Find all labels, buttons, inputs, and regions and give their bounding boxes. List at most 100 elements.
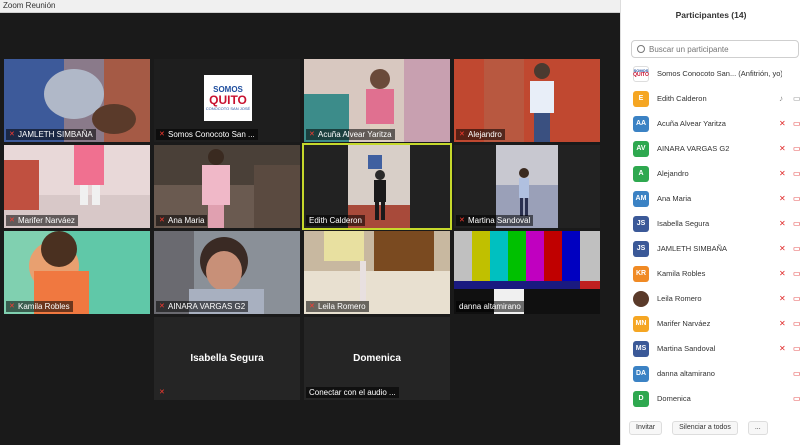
- camera-off-icon[interactable]: ▭: [793, 394, 800, 403]
- participant-name: Domenica: [657, 394, 691, 403]
- video-tile[interactable]: Domenica Conectar con el audio ...: [304, 317, 450, 400]
- tile-name: Marifer Narváez: [18, 216, 75, 225]
- tile-namebar: danna altamirano: [456, 301, 524, 312]
- video-tile[interactable]: ✕ Acuña Alvear Yaritza: [304, 59, 450, 142]
- participant-name: Marifer Narváez: [657, 319, 711, 328]
- tile-name: danna altamirano: [459, 302, 521, 311]
- video-tile[interactable]: ✕ Martina Sandoval: [454, 145, 600, 228]
- tile-name: Alejandro: [468, 130, 502, 139]
- connect-audio-status: Conectar con el audio ...: [309, 388, 396, 397]
- participant-name-display: Isabella Segura: [190, 353, 264, 364]
- video-tile[interactable]: ✕ Ana Maria: [154, 145, 300, 228]
- camera-off-icon[interactable]: ▭: [793, 119, 800, 128]
- participant-name: Edith Calderon: [657, 94, 707, 103]
- participant-row[interactable]: AV AINARA VARGAS G2 ✕ ▭: [621, 136, 800, 161]
- participant-avatar: MN: [633, 315, 649, 332]
- mic-muted-icon: ✕: [459, 216, 465, 224]
- video-tile-active-speaker[interactable]: Edith Calderon: [302, 143, 452, 230]
- mic-muted-icon[interactable]: ✕: [779, 144, 787, 153]
- participant-avatar: AA: [633, 115, 649, 132]
- tile-name: JAMLETH SIMBAÑA: [18, 130, 93, 139]
- camera-off-icon[interactable]: ▭: [793, 269, 800, 278]
- participant-row[interactable]: DA danna altamirano ▭: [621, 361, 800, 386]
- video-tile[interactable]: ✕ AINARA VARGAS G2: [154, 231, 300, 314]
- participant-row[interactable]: SOMOS QUITO Somos Conocoto San... (Anfit…: [621, 61, 800, 86]
- mic-muted-icon[interactable]: ✕: [779, 319, 787, 328]
- tile-namebar: ✕ Marifer Narváez: [6, 215, 78, 226]
- camera-off-icon[interactable]: ▭: [793, 144, 800, 153]
- mic-muted-icon: ✕: [9, 216, 15, 224]
- participant-row[interactable]: JS JAMLETH SIMBAÑA ✕ ▭: [621, 236, 800, 261]
- window-titlebar: Zoom Reunión: [0, 0, 620, 13]
- camera-off-icon[interactable]: ▭: [793, 194, 800, 203]
- mic-muted-icon[interactable]: ✕: [779, 219, 787, 228]
- tile-name: Edith Calderon: [309, 216, 362, 225]
- camera-off-icon[interactable]: ▭: [793, 169, 800, 178]
- camera-off-icon[interactable]: ▭: [793, 219, 800, 228]
- participant-search[interactable]: [631, 40, 799, 58]
- invite-button[interactable]: Invitar: [629, 421, 663, 435]
- tile-name: Ana Maria: [168, 216, 205, 225]
- participant-row[interactable]: JS Isabella Segura ✕ ▭: [621, 211, 800, 236]
- mute-all-button[interactable]: Silenciar a todos: [672, 421, 738, 435]
- participant-row[interactable]: D Domenica ▭: [621, 386, 800, 411]
- video-tile[interactable]: ✕ Alejandro: [454, 59, 600, 142]
- video-tile[interactable]: SOMOS QUITO CONOCOTO SAN JOSÉ ✕ Somos Co…: [154, 59, 300, 142]
- mic-muted-icon[interactable]: ✕: [779, 119, 787, 128]
- mic-muted-icon: ✕: [159, 388, 165, 396]
- mic-icon[interactable]: ♪: [779, 94, 787, 103]
- video-tile[interactable]: ✕ Marifer Narváez: [4, 145, 150, 228]
- mic-muted-icon[interactable]: ✕: [779, 169, 787, 178]
- participant-avatar: MS: [633, 340, 649, 357]
- window-title: Zoom Reunión: [3, 1, 56, 10]
- mic-muted-icon[interactable]: ✕: [779, 194, 787, 203]
- mic-muted-icon[interactable]: ✕: [779, 244, 787, 253]
- participant-row[interactable]: AM Ana Maria ✕ ▭: [621, 186, 800, 211]
- participant-name: JAMLETH SIMBAÑA: [657, 244, 728, 253]
- participant-name: Leila Romero: [657, 294, 702, 303]
- participant-avatar: D: [633, 390, 649, 407]
- tile-name: AINARA VARGAS G2: [168, 302, 246, 311]
- participant-avatar: KR: [633, 265, 649, 282]
- camera-off-icon[interactable]: ▭: [793, 244, 800, 253]
- mic-muted-icon: ✕: [159, 302, 165, 310]
- participant-row[interactable]: AA Acuña Alvear Yaritza ✕ ▭: [621, 111, 800, 136]
- host-logo-avatar: SOMOS QUITO: [633, 65, 649, 82]
- participant-photo-avatar: [633, 290, 649, 307]
- mic-muted-icon[interactable]: ✕: [779, 294, 787, 303]
- participant-avatar: DA: [633, 365, 649, 382]
- video-tile[interactable]: danna altamirano: [454, 231, 600, 314]
- camera-off-icon[interactable]: ▭: [793, 319, 800, 328]
- participant-row[interactable]: MN Marifer Narváez ✕ ▭: [621, 311, 800, 336]
- more-button[interactable]: ...: [747, 421, 768, 435]
- camera-off-icon[interactable]: ▭: [793, 344, 800, 353]
- participant-row[interactable]: A Alejandro ✕ ▭: [621, 161, 800, 186]
- camera-off-icon[interactable]: ▭: [793, 294, 800, 303]
- tile-namebar: Edith Calderon: [306, 215, 365, 226]
- camera-off-icon[interactable]: ▭: [793, 369, 800, 378]
- participant-avatar: JS: [633, 215, 649, 232]
- tile-name: Leila Romero: [318, 302, 366, 311]
- mic-muted-icon[interactable]: ✕: [779, 269, 787, 278]
- tile-name: Acuña Alvear Yaritza: [318, 130, 392, 139]
- camera-icon[interactable]: ▭: [793, 94, 800, 103]
- video-tile[interactable]: ✕ Kamila Robles: [4, 231, 150, 314]
- participant-row[interactable]: MS Martina Sandoval ✕ ▭: [621, 336, 800, 361]
- participant-avatar: JS: [633, 240, 649, 257]
- participant-avatar: AV: [633, 140, 649, 157]
- participant-name: Somos Conocoto San... (Anfitrión, yo): [657, 69, 782, 78]
- video-tile[interactable]: Isabella Segura ✕: [154, 317, 300, 400]
- participants-panel: Participantes (14) SOMOS QUITO Somos Con…: [620, 0, 800, 445]
- search-input[interactable]: [649, 44, 789, 54]
- mic-muted-icon: ✕: [459, 130, 465, 138]
- participant-row[interactable]: E Edith Calderon ♪ ▭: [621, 86, 800, 111]
- video-tile[interactable]: ✕ JAMLETH SIMBAÑA: [4, 59, 150, 142]
- video-tile[interactable]: ✕ Leila Romero: [304, 231, 450, 314]
- mic-muted-icon[interactable]: ✕: [779, 344, 787, 353]
- tile-namebar: ✕ Kamila Robles: [6, 301, 73, 312]
- tile-namebar: ✕ Ana Maria: [156, 215, 208, 226]
- participant-row[interactable]: Leila Romero ✕ ▭: [621, 286, 800, 311]
- mic-muted-icon: ✕: [309, 130, 315, 138]
- participant-row[interactable]: KR Kamila Robles ✕ ▭: [621, 261, 800, 286]
- somos-quito-logo: SOMOS QUITO CONOCOTO SAN JOSÉ: [204, 75, 252, 121]
